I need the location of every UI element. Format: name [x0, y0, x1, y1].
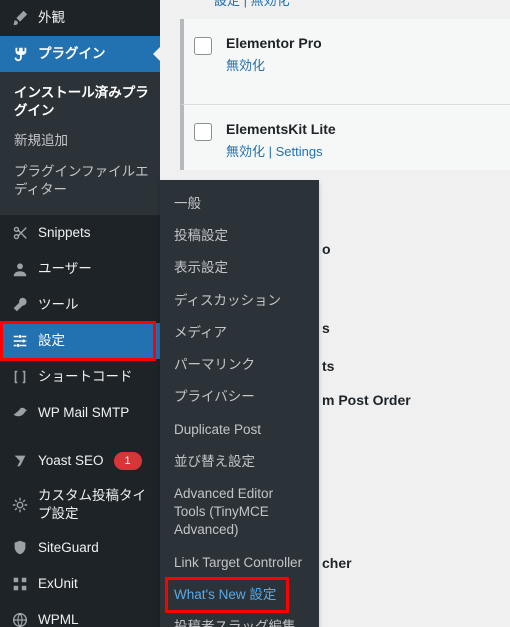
plugin-checkbox[interactable] [194, 123, 212, 141]
peek-text: o [322, 241, 331, 257]
flyout-item-permalink[interactable]: パーマリンク [160, 349, 319, 381]
plugin-name: ElementsKit Lite [226, 121, 336, 137]
sidebar-item-wpml[interactable]: WPML [0, 602, 160, 627]
sidebar-item-shortcode[interactable]: ショートコード [0, 359, 160, 395]
sidebar-item-label: 外観 [38, 9, 65, 27]
sidebar-item-wpmailsmtp[interactable]: WP Mail SMTP [0, 395, 160, 431]
flyout-item-link-target[interactable]: Link Target Controller [160, 547, 319, 579]
peek-text: s [322, 320, 330, 336]
flyout-item-media[interactable]: メディア [160, 317, 319, 349]
admin-sidebar: 外観 プラグイン インストール済みプラグイン 新規追加 プラグインファイルエディ… [0, 0, 160, 627]
sidebar-item-label: プラグイン [38, 45, 106, 63]
flyout-item-whats-new[interactable]: What's New 設定 [160, 579, 319, 611]
flyout-item-discussion[interactable]: ディスカッション [160, 285, 319, 317]
sidebar-item-label: ユーザー [38, 260, 92, 278]
plugins-list: 設定 | 無効化 Elementor Pro 無効化 ElementsKit L… [180, 0, 510, 170]
submenu-installed-plugins[interactable]: インストール済みプラグイン [0, 78, 160, 126]
sidebar-item-label: ExUnit [38, 575, 78, 593]
globe-icon [10, 610, 30, 627]
flyout-item-duplicate-post[interactable]: Duplicate Post [160, 414, 319, 446]
sidebar-item-label: Snippets [38, 224, 91, 242]
plugin-row: ElementsKit Lite 無効化 | Settings [180, 105, 510, 170]
shield-icon [10, 538, 30, 558]
gear-icon [10, 495, 30, 515]
peek-text: ts [322, 358, 334, 374]
brackets-icon [10, 367, 30, 387]
plugin-row: Elementor Pro 無効化 [180, 19, 510, 105]
sidebar-item-exunit[interactable]: ExUnit [0, 566, 160, 602]
flyout-item-reading[interactable]: 表示設定 [160, 252, 319, 284]
bird-icon [10, 403, 30, 423]
sidebar-item-label: WPML [38, 611, 79, 627]
peek-text: cher [322, 555, 352, 571]
plug-icon [10, 44, 30, 64]
sliders-icon [10, 331, 30, 351]
sidebar-item-snippets[interactable]: Snippets [0, 215, 160, 251]
plugin-name: Elementor Pro [226, 35, 322, 51]
sidebar-item-label: SiteGuard [38, 539, 99, 557]
sidebar-item-label: ツール [38, 296, 79, 314]
sidebar-item-label: ショートコード [38, 368, 133, 386]
sidebar-item-label: 設定 [38, 332, 65, 350]
top-actions-fragment[interactable]: 設定 | 無効化 [180, 0, 510, 19]
wrench-icon [10, 295, 30, 315]
scissors-icon [10, 223, 30, 243]
brush-icon [10, 8, 30, 28]
grid-icon [10, 574, 30, 594]
flyout-item-general[interactable]: 一般 [160, 188, 319, 220]
sidebar-item-settings[interactable]: 設定 [0, 323, 160, 359]
flyout-item-reorder[interactable]: 並び替え設定 [160, 446, 319, 478]
sidebar-item-label: カスタム投稿タイプ設定 [38, 487, 150, 522]
sidebar-item-appearance[interactable]: 外観 [0, 0, 160, 36]
sidebar-item-label: WP Mail SMTP [38, 404, 129, 422]
sidebar-item-label: Yoast SEO [38, 452, 104, 470]
sidebar-item-tools[interactable]: ツール [0, 287, 160, 323]
sidebar-item-cpt[interactable]: カスタム投稿タイプ設定 [0, 479, 160, 530]
yoast-icon [10, 451, 30, 471]
plugin-checkbox[interactable] [194, 37, 212, 55]
flyout-item-privacy[interactable]: プライバシー [160, 381, 319, 413]
sidebar-item-yoast[interactable]: Yoast SEO 1 [0, 443, 160, 479]
flyout-item-adv-editor[interactable]: Advanced Editor Tools (TinyMCE Advanced) [160, 478, 319, 547]
submenu-plugin-editor[interactable]: プラグインファイルエディター [0, 157, 160, 205]
sidebar-item-siteguard[interactable]: SiteGuard [0, 530, 160, 566]
settings-flyout: 一般 投稿設定 表示設定 ディスカッション メディア パーマリンク プライバシー… [160, 180, 319, 627]
peek-text: m Post Order [322, 392, 411, 408]
sidebar-item-plugins[interactable]: プラグイン [0, 36, 160, 72]
flyout-item-author-slug[interactable]: 投稿者スラッグ編集 [160, 611, 319, 627]
sidebar-item-users[interactable]: ユーザー [0, 251, 160, 287]
user-icon [10, 259, 30, 279]
plugin-actions[interactable]: 無効化 | Settings [226, 141, 336, 160]
update-badge: 1 [114, 452, 142, 470]
plugin-action-deactivate[interactable]: 無効化 [226, 55, 322, 74]
flyout-item-writing[interactable]: 投稿設定 [160, 220, 319, 252]
plugins-submenu: インストール済みプラグイン 新規追加 プラグインファイルエディター [0, 72, 160, 215]
submenu-add-new[interactable]: 新規追加 [0, 126, 160, 156]
